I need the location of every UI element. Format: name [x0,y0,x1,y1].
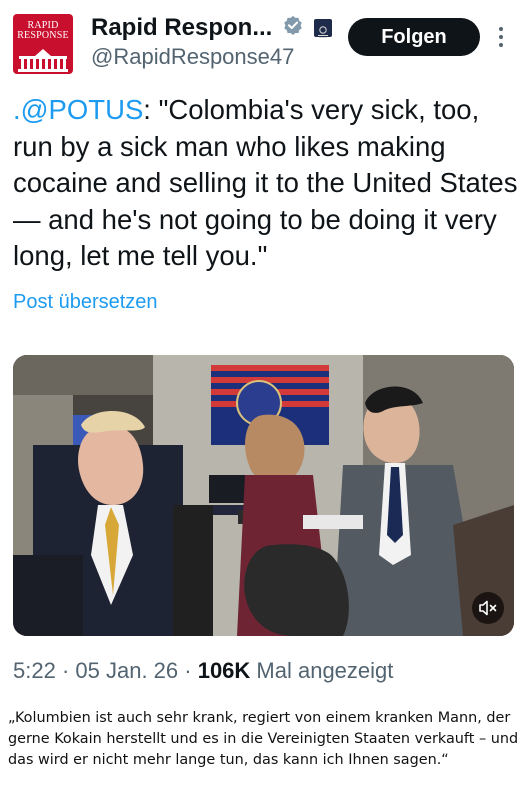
meta-separator: · [55,658,76,683]
display-name-row[interactable]: Rapid Respon... [91,12,332,43]
follow-button[interactable]: Folgen [348,18,480,56]
tweet-text: .@POTUS: "Colombia's very sick, too, run… [13,92,518,275]
translate-post-link[interactable]: Post übersetzen [13,289,158,315]
account-handle[interactable]: @RapidResponse47 [91,43,332,71]
display-name[interactable]: Rapid Respon... [91,13,272,43]
views-label: Mal angezeigt [250,658,394,683]
tweet-header: RAPID RESPONSE Rapid Respon... @RapidRes… [0,0,528,84]
account-names: Rapid Respon... @RapidResponse47 [91,12,332,71]
verified-badge-icon[interactable] [283,13,303,43]
post-meta: 5:22 · 05 Jan. 26 · 106K Mal angezeigt [13,656,393,686]
video-player[interactable] [13,355,514,636]
speaker-muted-icon[interactable] [472,592,504,624]
post-date[interactable]: 05 Jan. 26 [75,658,178,683]
potus-mention-link[interactable]: .@POTUS [13,94,143,125]
translation-caption: „Kolumbien ist auch sehr krank, regiert … [8,710,519,768]
government-seal-icon[interactable] [313,18,332,38]
avatar[interactable]: RAPID RESPONSE [13,14,73,74]
capitol-building-icon [18,49,68,72]
video-frame [13,355,514,636]
post-time[interactable]: 5:22 [13,658,56,683]
more-vertical-icon[interactable] [492,24,510,52]
avatar-logo-text: RAPID RESPONSE [17,20,69,41]
views-count[interactable]: 106K [198,658,251,683]
meta-separator: · [178,658,198,683]
